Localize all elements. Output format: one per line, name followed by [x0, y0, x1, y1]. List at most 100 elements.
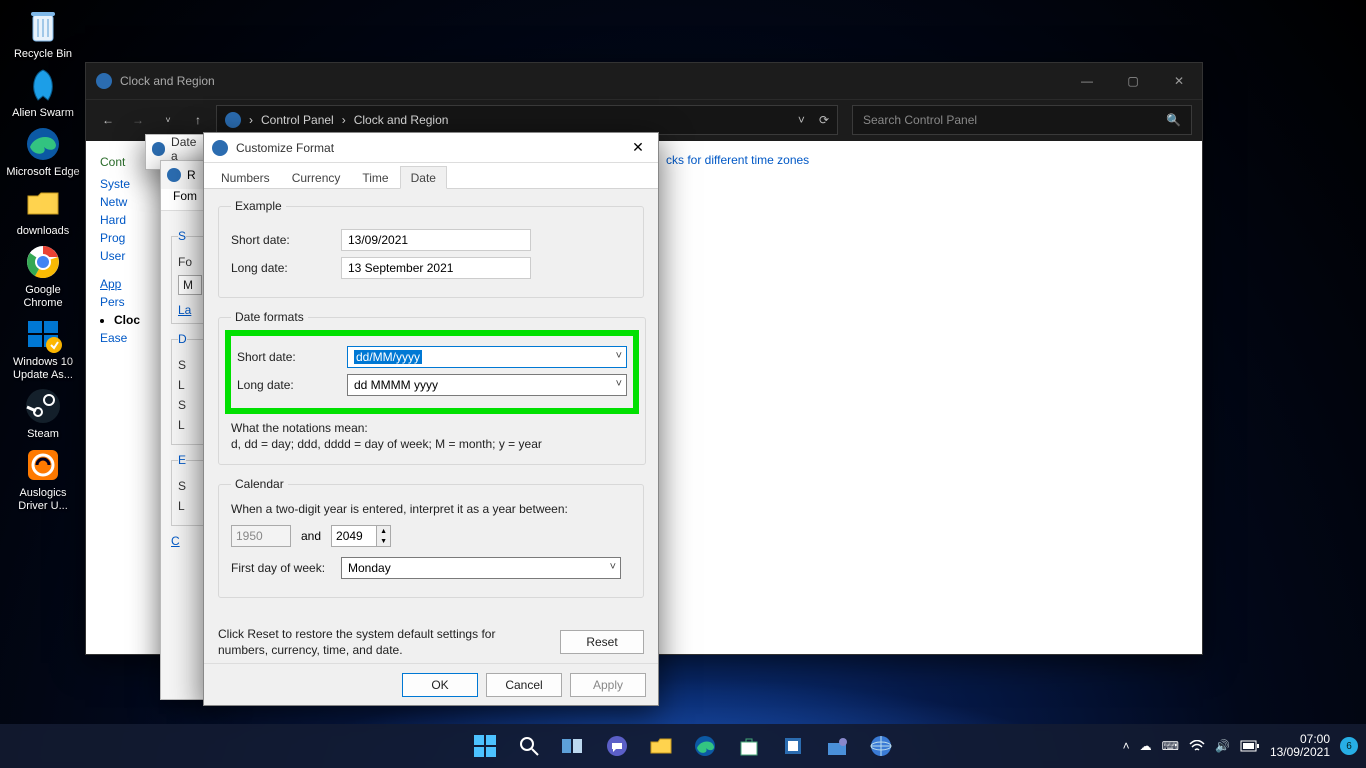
forward-button[interactable]: →: [126, 108, 150, 132]
keyboard-icon[interactable]: ⌨: [1162, 739, 1179, 753]
search-icon: 🔍: [1166, 113, 1181, 127]
chevron-down-icon: ˅: [610, 561, 616, 573]
app-button[interactable]: [774, 727, 812, 765]
icon-recycle-bin[interactable]: Recycle Bin: [6, 6, 80, 61]
combo-value: Monday: [348, 561, 391, 575]
tab-row: Numbers Currency Time Date: [204, 163, 658, 189]
icon-label: Alien Swarm: [12, 107, 74, 120]
chat-button[interactable]: [598, 727, 636, 765]
app-button[interactable]: [818, 727, 856, 765]
tab-formats[interactable]: Fom: [173, 189, 197, 203]
label-short-date-fmt: Short date:: [237, 350, 347, 364]
breadcrumb-sep: ›: [249, 113, 253, 127]
value-long-date: 13 September 2021: [341, 257, 531, 279]
icon-steam[interactable]: Steam: [6, 386, 80, 441]
label-short-date: Short date:: [231, 233, 341, 247]
icon-auslogics[interactable]: Auslogics Driver U...: [6, 445, 80, 513]
reset-button[interactable]: Reset: [560, 630, 644, 654]
clock-icon: [152, 142, 165, 156]
search-button[interactable]: [510, 727, 548, 765]
spin-year-to[interactable]: 2049 ▲▼: [331, 525, 391, 547]
up-button[interactable]: ↑: [186, 108, 210, 132]
icon-alien-swarm[interactable]: Alien Swarm: [6, 65, 80, 120]
start-button[interactable]: [466, 727, 504, 765]
maximize-button[interactable]: ▢: [1110, 63, 1156, 99]
dialog-footer: OK Cancel Apply: [204, 663, 658, 705]
store-button[interactable]: [730, 727, 768, 765]
combo-value: dd/MM/yyyy: [354, 350, 422, 364]
close-button[interactable]: ✕: [626, 136, 650, 160]
clock-icon: [96, 73, 112, 89]
combo-long-date[interactable]: dd MMMM yyyy ˅: [347, 374, 627, 396]
apply-button[interactable]: Apply: [570, 673, 646, 697]
auslogics-icon: [23, 445, 63, 485]
tray-date: 13/09/2021: [1270, 746, 1330, 759]
search-placeholder: Search Control Panel: [863, 113, 977, 127]
label-long-date: Long date:: [231, 261, 341, 275]
breadcrumb-root[interactable]: Control Panel: [261, 113, 334, 127]
edge-button[interactable]: [686, 727, 724, 765]
window-title: Customize Format: [236, 141, 334, 155]
tray-clock[interactable]: 07:00 13/09/2021: [1270, 733, 1330, 759]
edge-icon: [23, 124, 63, 164]
chevron-down-icon[interactable]: ˅: [798, 113, 805, 127]
desktop-icons: Recycle Bin Alien Swarm Microsoft Edge d…: [6, 6, 80, 513]
breadcrumb-leaf[interactable]: Clock and Region: [354, 113, 449, 127]
folder-icon: [23, 183, 63, 223]
legend-calendar: Calendar: [231, 477, 288, 491]
two-digit-year-text: When a two-digit year is entered, interp…: [231, 501, 631, 517]
notations-text: d, dd = day; ddd, dddd = day of week; M …: [231, 436, 633, 452]
titlebar[interactable]: Customize Format ✕: [204, 133, 658, 163]
tab-currency[interactable]: Currency: [281, 166, 352, 188]
combo-first-day-of-week[interactable]: Monday ˅: [341, 557, 621, 579]
window-title: Date a: [171, 135, 204, 163]
chevron-down-icon: ˅: [616, 378, 622, 390]
wifi-icon[interactable]: [1189, 740, 1205, 752]
highlight-date-formats: Short date: dd/MM/yyyy ˅ Long date: dd M…: [225, 330, 639, 414]
alien-icon: [23, 65, 63, 105]
explorer-button[interactable]: [642, 727, 680, 765]
tab-date[interactable]: Date: [400, 166, 447, 189]
search-input[interactable]: Search Control Panel 🔍: [852, 105, 1192, 135]
legend-date-formats: Date formats: [231, 310, 308, 324]
value-short-date: 13/09/2021: [341, 229, 531, 251]
region-icon: [167, 168, 181, 182]
tab-numbers[interactable]: Numbers: [210, 166, 281, 188]
back-button[interactable]: ←: [96, 108, 120, 132]
icon-microsoft-edge[interactable]: Microsoft Edge: [6, 124, 80, 179]
tab-time[interactable]: Time: [351, 166, 399, 188]
icon-google-chrome[interactable]: Google Chrome: [6, 242, 80, 310]
spin-value: 1950: [236, 529, 263, 543]
combo-short-date[interactable]: dd/MM/yyyy ˅: [347, 346, 627, 368]
timezone-link[interactable]: cks for different time zones: [666, 153, 809, 167]
cancel-button[interactable]: Cancel: [486, 673, 562, 697]
recycle-icon: [23, 6, 63, 46]
minimize-button[interactable]: —: [1064, 63, 1110, 99]
titlebar[interactable]: Clock and Region — ▢ ✕: [86, 63, 1202, 99]
refresh-icon[interactable]: ⟳: [819, 113, 829, 127]
group-date-formats: Date formats Short date: dd/MM/yyyy ˅ Lo…: [218, 310, 646, 465]
spin-value: 2049: [336, 529, 363, 543]
window-title-prefix: R: [187, 168, 196, 182]
region-button[interactable]: [862, 727, 900, 765]
tray-chevron-icon[interactable]: ˄: [1123, 739, 1130, 753]
icon-win10-update-assistant[interactable]: Windows 10 Update As...: [6, 314, 80, 382]
address-bar[interactable]: › Control Panel › Clock and Region ˅ ⟳: [216, 105, 838, 135]
spin-up-icon[interactable]: ▲: [376, 526, 390, 536]
ok-button[interactable]: OK: [402, 673, 478, 697]
battery-icon[interactable]: [1240, 740, 1260, 752]
reset-hint: Click Reset to restore the system defaul…: [218, 626, 540, 658]
notification-badge[interactable]: 6: [1340, 737, 1358, 755]
icon-label: Windows 10 Update As...: [6, 356, 80, 382]
spin-down-icon[interactable]: ▼: [376, 536, 390, 546]
close-button[interactable]: ✕: [1156, 63, 1202, 99]
taskview-button[interactable]: [554, 727, 592, 765]
taskbar: ˄ ☁ ⌨ 🔊 07:00 13/09/2021 6: [0, 724, 1366, 768]
icon-label: Auslogics Driver U...: [6, 487, 80, 513]
label-first-day-of-week: First day of week:: [231, 561, 341, 575]
recent-button[interactable]: ˅: [156, 108, 180, 132]
onedrive-icon[interactable]: ☁: [1140, 739, 1152, 753]
steam-icon: [23, 386, 63, 426]
volume-icon[interactable]: 🔊: [1215, 739, 1230, 753]
icon-downloads[interactable]: downloads: [6, 183, 80, 238]
